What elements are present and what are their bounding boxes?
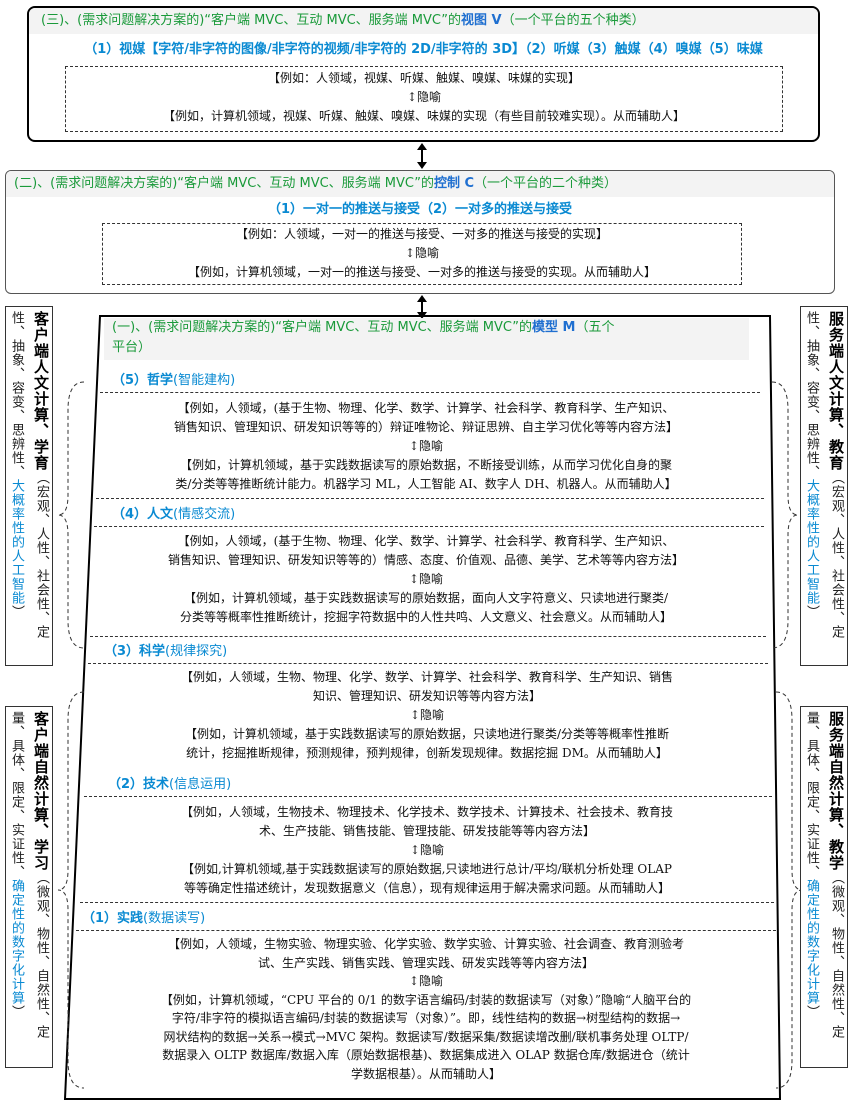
section-divider [96, 498, 764, 499]
section-humanities-body: 【例如，人领域，(基于生物、物理、化学、数学、计算学、社会科学、教育科学、生产知… [167, 534, 684, 624]
section-humanities-title: （4）人文(情感交流) [112, 507, 236, 522]
side-left-bottom: 客户端自然计算、学习（微观、物性、自然性、定 量、具体、限定、实证性、确定性的数… [5, 706, 53, 1068]
section-divider [76, 930, 776, 931]
brace-right-top [771, 381, 799, 649]
section-divider [100, 392, 760, 393]
section-philosophy-title: （5）哲学(智能建构) [112, 373, 236, 388]
section-divider [90, 636, 766, 637]
brace-left-bottom [57, 691, 85, 1089]
section-science-title: （3）科学(规律探究) [104, 644, 228, 659]
model-header: (一)、(需求问题解决方案的)“客户端 MVC、互动 MVC、服务端 MVC”的… [104, 318, 749, 360]
section-divider [94, 526, 764, 527]
section-technology-body: 【例如，人领域，生物技术、物理技术、化学技术、数学技术、计算技术、社会技术、教育… [180, 805, 673, 895]
section-technology-title: （2）技术(信息运用) [108, 777, 232, 792]
section-divider [84, 796, 772, 797]
section-philosophy-body: 【例如，人领域，(基于生物、物理、化学、数学、计算学、社会科学、教育科学、生产知… [173, 401, 678, 491]
section-divider [88, 663, 768, 664]
side-left-top: 客户端人文计算、学育（宏观、人性、社会性、定 性、抽象、容变、思辨性、大概率性的… [5, 306, 53, 666]
section-divider [80, 902, 774, 903]
section-science-body: 【例如，人领域，生物、物理、化学、数学、计算学、社会科学、教育科学、生产知识、销… [180, 670, 673, 760]
section-practice-body: 【例如，人领域，生物实验、物理实验、化学实验、数学实验、计算实验、社会调查、教育… [160, 937, 692, 1081]
side-right-bottom: 服务端自然计算、教学（微观、物性、自然性、定 量、具体、限定、实证性、确定性的数… [800, 706, 848, 1068]
side-right-top: 服务端人文计算、教育（宏观、人性、社会性、定 性、抽象、容变、思辨性、大概率性的… [800, 306, 848, 666]
brace-left-top [57, 381, 85, 649]
section-practice-title: （1）实践(数据读写) [82, 911, 206, 926]
